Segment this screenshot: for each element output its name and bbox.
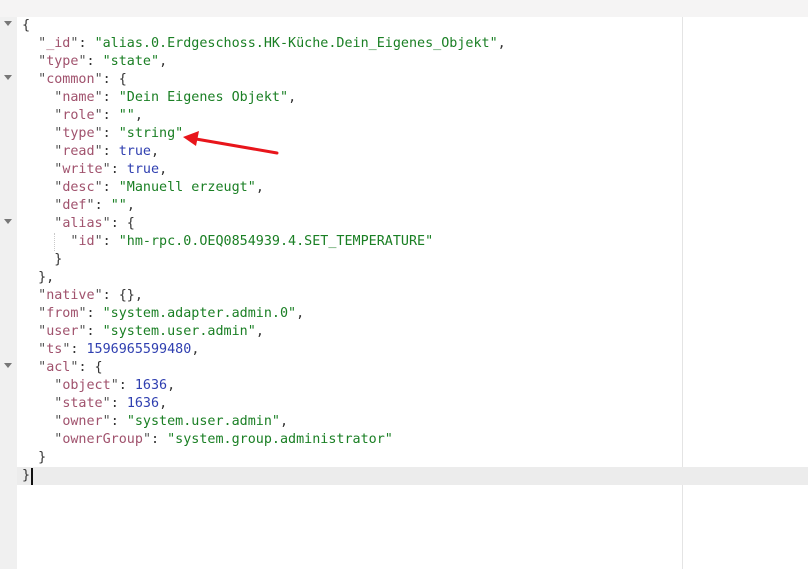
red-arrow-icon [183,131,279,155]
